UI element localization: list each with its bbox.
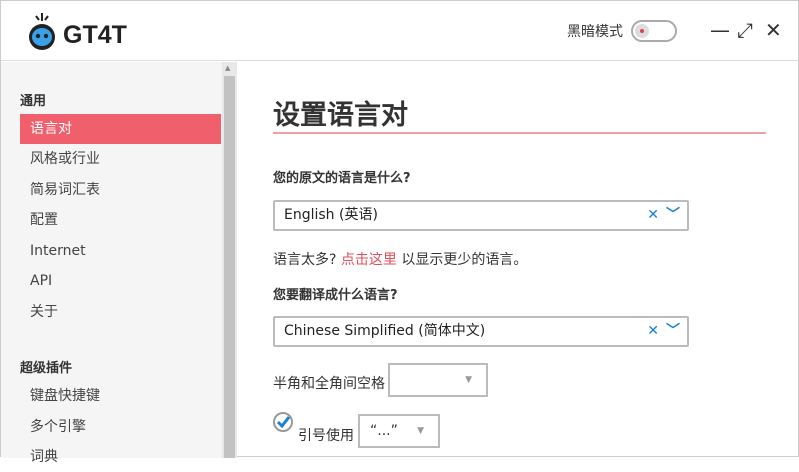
toggle-knob — [635, 24, 649, 38]
chevron-down-icon[interactable]: ﹀ — [666, 318, 680, 345]
note-suffix: 以显示更少的语言。 — [396, 252, 528, 268]
sidebar-item-config[interactable]: 配置 — [20, 205, 221, 235]
logo: GT4T — [27, 11, 127, 51]
sidebar-item-about[interactable]: 关于 — [20, 297, 221, 327]
chevron-down-icon[interactable]: ﹀ — [666, 202, 680, 229]
source-language-select[interactable]: English (英语) ✕ ﹀ — [273, 200, 689, 231]
sidebar-item-internet[interactable]: Internet — [20, 236, 221, 266]
title-divider — [273, 132, 766, 134]
quote-label: 引号使用 — [298, 428, 354, 444]
language-note: 语言太多? 点击这里 以显示更少的语言。 — [273, 249, 527, 269]
clear-icon[interactable]: ✕ — [647, 202, 659, 229]
minimize-button[interactable]: — — [710, 18, 730, 42]
caret-down-icon: ▼ — [417, 426, 424, 436]
scroll-up-icon[interactable]: ▲ — [225, 64, 230, 72]
sidebar-item-style[interactable]: 风格或行业 — [20, 144, 221, 174]
sidebar-item-language-pair[interactable]: 语言对 — [20, 114, 221, 144]
target-language-question: 您要翻译成什么语言? — [273, 288, 398, 303]
dark-mode-label: 黑暗模式 — [567, 24, 623, 40]
section-super-plugins: 超级插件 — [20, 361, 73, 376]
sidebar-item-glossary[interactable]: 简易词汇表 — [20, 175, 221, 205]
section-general: 通用 — [20, 94, 47, 109]
dark-mode-toggle[interactable] — [631, 20, 677, 42]
scrollbar-thumb[interactable] — [224, 76, 235, 458]
robot-logo-icon — [29, 13, 55, 50]
sidebar-item-shortcuts[interactable]: 键盘快捷键 — [20, 381, 221, 411]
sidebar-item-dictionary[interactable]: 词典 — [20, 442, 221, 472]
spacing-select[interactable]: ▼ — [388, 363, 488, 397]
target-language-select[interactable]: Chinese Simplified (简体中文) ✕ ﹀ — [273, 316, 689, 347]
note-prefix: 语言太多? — [273, 252, 341, 268]
sidebar-item-engines[interactable]: 多个引擎 — [20, 412, 221, 442]
source-language-question: 您的原文的语言是什么? — [273, 171, 411, 186]
quote-value: “...” — [370, 423, 398, 439]
quote-select[interactable]: “...” ▼ — [358, 414, 440, 448]
header: GT4T 黑暗模式 — ⤢ ✕ — [1, 1, 799, 61]
target-language-value: Chinese Simplified (简体中文) — [284, 323, 486, 339]
caret-down-icon: ▼ — [465, 375, 472, 385]
clear-icon[interactable]: ✕ — [647, 318, 659, 345]
app-name: GT4T — [63, 20, 127, 49]
show-fewer-languages-link[interactable]: 点击这里 — [341, 252, 397, 268]
close-button[interactable]: ✕ — [765, 18, 782, 42]
maximize-button[interactable]: ⤢ — [737, 18, 753, 42]
quote-checkbox[interactable] — [272, 411, 294, 433]
sidebar-item-api[interactable]: API — [20, 266, 221, 296]
page-title: 设置语言对 — [273, 100, 408, 131]
source-language-value: English (英语) — [284, 207, 378, 223]
spacing-label: 半角和全角间空格 — [273, 376, 385, 392]
